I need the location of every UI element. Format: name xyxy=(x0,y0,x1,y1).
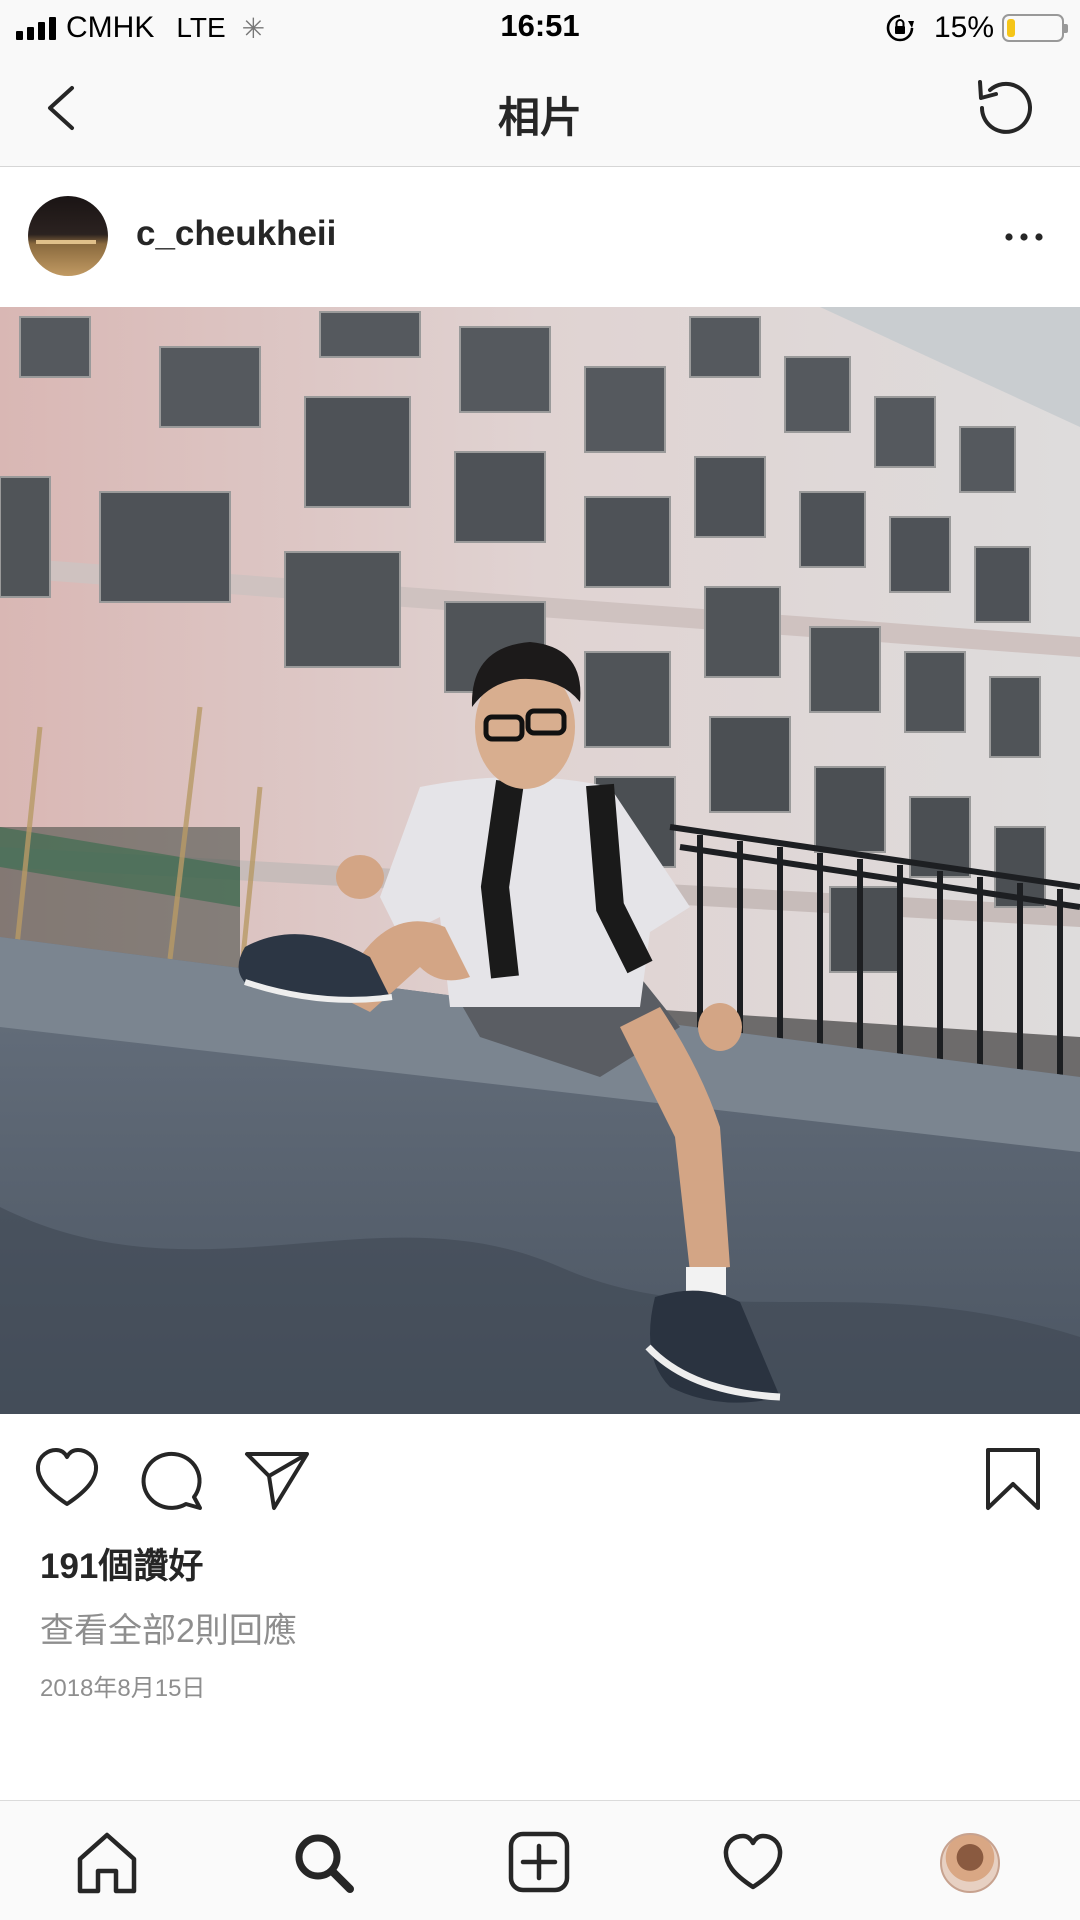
like-heart-icon[interactable] xyxy=(32,1444,102,1514)
battery-level xyxy=(1007,19,1015,37)
post-photo-illustration xyxy=(0,307,1080,1414)
nav-header: 相片 xyxy=(0,56,1080,167)
post-actions xyxy=(0,1414,1080,1546)
status-bar: CMHK LTE ✳ 16:51 15% xyxy=(0,0,1080,56)
bookmark-icon[interactable] xyxy=(978,1444,1048,1514)
post-header: c_cheukheii xyxy=(0,168,1080,306)
post-photo[interactable] xyxy=(0,307,1080,1414)
share-send-icon[interactable] xyxy=(242,1444,312,1514)
activity-heart-icon[interactable] xyxy=(720,1829,786,1895)
post-username[interactable]: c_cheukheii xyxy=(136,214,336,254)
status-right: 15% xyxy=(884,10,1068,46)
post-author-avatar[interactable] xyxy=(28,196,108,276)
post-date: 2018年8月15日 xyxy=(40,1675,206,1702)
view-all-comments-link[interactable]: 查看全部2則回應 xyxy=(40,1603,297,1652)
profile-avatar[interactable] xyxy=(940,1833,1000,1893)
home-icon[interactable] xyxy=(74,1829,140,1895)
comment-bubble-icon[interactable] xyxy=(138,1444,208,1514)
search-icon[interactable] xyxy=(290,1829,356,1895)
like-count[interactable]: 191個讚好 xyxy=(40,1538,203,1589)
battery-icon xyxy=(1002,14,1068,42)
bottom-tab-bar xyxy=(0,1800,1080,1920)
more-options-icon[interactable] xyxy=(1002,222,1046,252)
page-title: 相片 xyxy=(497,94,582,141)
battery-percent: 15% xyxy=(933,11,994,44)
rotation-lock-icon xyxy=(886,14,914,42)
refresh-icon[interactable] xyxy=(968,72,1040,144)
add-post-icon[interactable] xyxy=(506,1829,572,1895)
